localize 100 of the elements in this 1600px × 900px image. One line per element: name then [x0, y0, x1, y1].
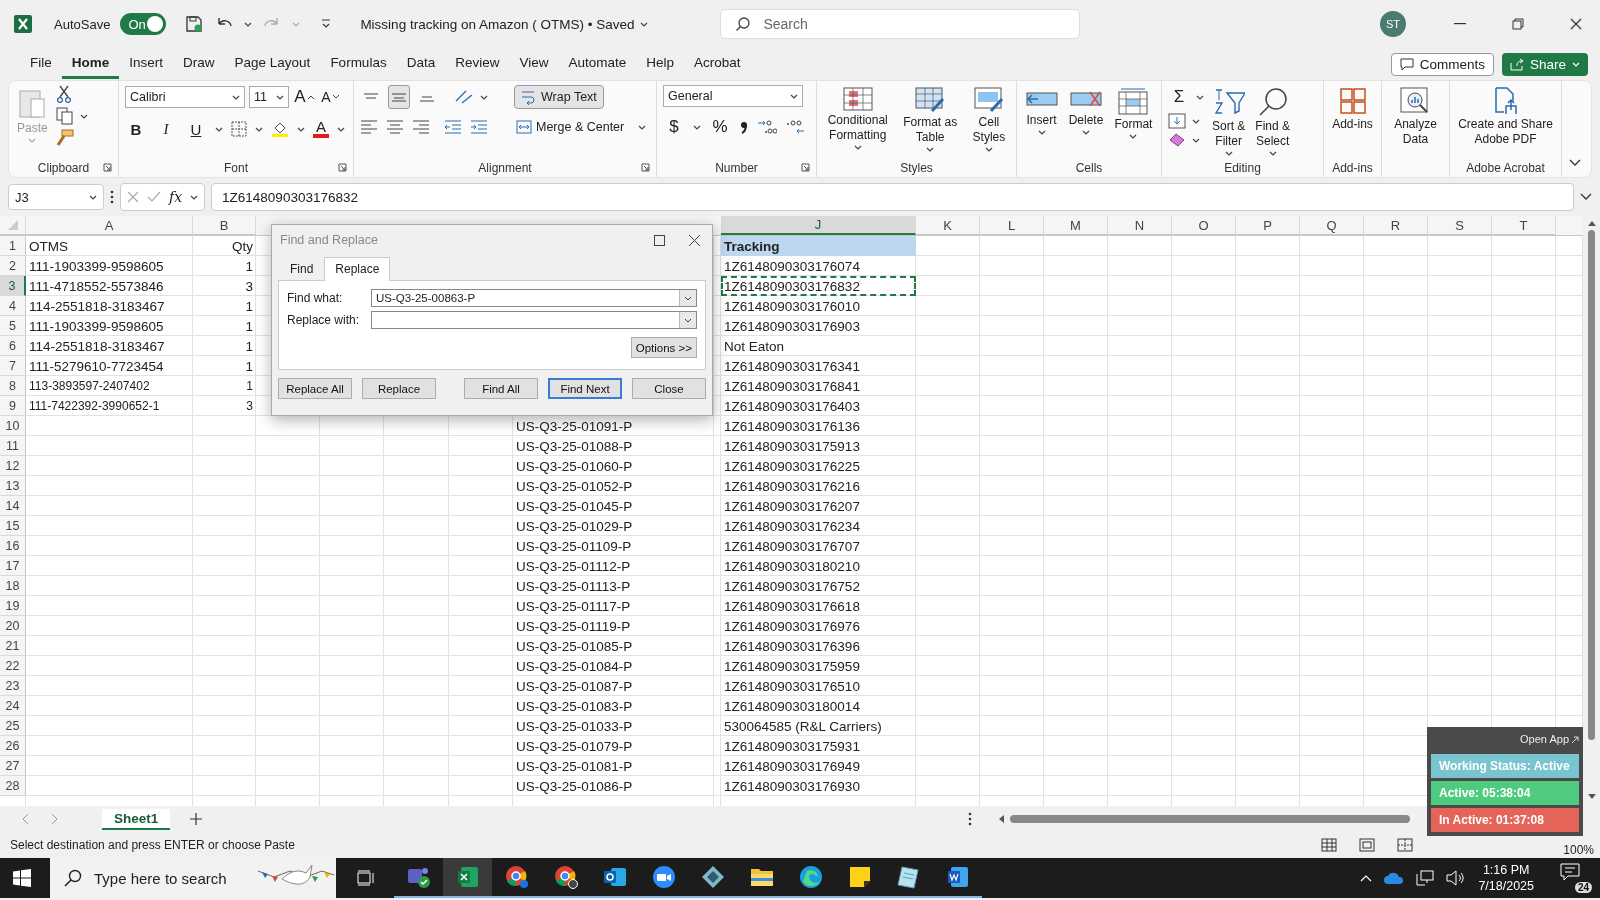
- column-header[interactable]: T: [1492, 216, 1556, 235]
- dialog-button[interactable]: Replace All: [278, 378, 352, 399]
- column-header[interactable]: P: [1236, 216, 1300, 235]
- styles-button[interactable]: Format as Table: [901, 85, 960, 154]
- autosum-button[interactable]: Σ: [1168, 85, 1190, 109]
- row-header[interactable]: 7: [0, 356, 26, 376]
- comments-button[interactable]: Comments: [1390, 52, 1494, 76]
- column-header[interactable]: N: [1108, 216, 1172, 235]
- column-header[interactable]: L: [980, 216, 1044, 235]
- normal-view-icon[interactable]: [1321, 838, 1338, 852]
- percent-button[interactable]: %: [709, 115, 731, 139]
- increase-decimal-icon[interactable]: [757, 118, 777, 136]
- sheet-tab[interactable]: Sheet1: [102, 808, 171, 830]
- volume-icon[interactable]: [1446, 870, 1467, 886]
- row-header[interactable]: 9: [0, 396, 26, 416]
- chevron-up-icon[interactable]: [1360, 874, 1373, 882]
- restore-icon[interactable]: [1512, 18, 1524, 30]
- cells-button[interactable]: Delete: [1066, 85, 1106, 137]
- row-header[interactable]: 11: [0, 436, 26, 456]
- ribbon-tab[interactable]: Acrobat: [684, 49, 751, 79]
- clock-date[interactable]: 7/18/2025: [1478, 878, 1534, 894]
- styles-button[interactable]: Conditional Formatting: [825, 85, 890, 152]
- row-header[interactable]: 16: [0, 536, 26, 556]
- scroll-left-icon[interactable]: [998, 815, 1004, 823]
- row-header[interactable]: 1: [0, 236, 26, 256]
- row-header[interactable]: 17: [0, 556, 26, 576]
- row-header[interactable]: 14: [0, 496, 26, 516]
- dialog-button[interactable]: Replace: [362, 378, 436, 399]
- expand-icon[interactable]: [1580, 193, 1592, 201]
- cloud-icon[interactable]: [1384, 872, 1405, 884]
- row-header[interactable]: 26: [0, 736, 26, 756]
- page-break-icon[interactable]: [1397, 838, 1414, 852]
- dialog-button[interactable]: Close: [632, 378, 706, 399]
- orientation-icon[interactable]: [454, 89, 474, 105]
- task-view-icon[interactable]: [357, 870, 375, 886]
- ribbon-tab[interactable]: Automate: [558, 49, 637, 79]
- app-logo-icon[interactable]: [14, 15, 32, 33]
- decrease-font-button[interactable]: A: [319, 85, 341, 109]
- editing-button[interactable]: Find & Select: [1253, 85, 1293, 158]
- customize-icon[interactable]: [320, 18, 333, 30]
- clock-time[interactable]: 1:16 PM: [1482, 862, 1530, 878]
- row-header[interactable]: 21: [0, 636, 26, 656]
- row-header[interactable]: 20: [0, 616, 26, 636]
- cut-icon[interactable]: [55, 85, 72, 103]
- ribbon-tab[interactable]: Help: [636, 49, 685, 79]
- ribbon-tab[interactable]: Draw: [173, 49, 225, 79]
- create-pdf-button[interactable]: Create and Share Adobe PDF: [1456, 85, 1555, 149]
- autosave-toggle[interactable]: On: [120, 13, 167, 35]
- row-header[interactable]: 25: [0, 716, 26, 736]
- close-icon[interactable]: [1570, 18, 1582, 30]
- ribbon-tab[interactable]: Data: [396, 49, 446, 79]
- page-layout-icon[interactable]: [1359, 838, 1376, 852]
- insert-function-button[interactable]: fx: [169, 189, 183, 205]
- dialog-launcher-icon[interactable]: [801, 163, 810, 172]
- add-sheet-icon[interactable]: [190, 813, 203, 825]
- dialog-launcher-icon[interactable]: [103, 163, 112, 172]
- replace-field[interactable]: [371, 311, 697, 329]
- document-title[interactable]: Missing tracking on Amazon ( OTMS) • Saved: [360, 16, 635, 32]
- maximize-icon[interactable]: [654, 234, 665, 246]
- row-header[interactable]: 3: [0, 276, 26, 296]
- fill-icon[interactable]: [1168, 113, 1186, 129]
- increase-font-button[interactable]: A: [293, 85, 315, 109]
- check-icon[interactable]: [147, 191, 161, 203]
- row-header[interactable]: 13: [0, 476, 26, 496]
- row-header[interactable]: 10: [0, 416, 26, 436]
- merge-center-button[interactable]: Merge & Center: [510, 115, 631, 139]
- row-header[interactable]: 2: [0, 256, 26, 276]
- borders-icon[interactable]: [231, 121, 247, 137]
- more-icon[interactable]: [110, 190, 114, 204]
- row-header[interactable]: 6: [0, 336, 26, 356]
- eraser-icon[interactable]: [1168, 133, 1186, 147]
- row-header[interactable]: 12: [0, 456, 26, 476]
- ribbon-tab[interactable]: File: [20, 49, 62, 79]
- taskbar-search-field[interactable]: Type here to search: [50, 858, 336, 898]
- dialog-launcher-icon[interactable]: [338, 163, 347, 172]
- share-button[interactable]: Share: [1501, 52, 1588, 76]
- number-format-field[interactable]: General: [663, 85, 803, 107]
- row-header[interactable]: 4: [0, 296, 26, 316]
- dialog-launcher-icon[interactable]: [641, 163, 650, 172]
- row-header[interactable]: 24: [0, 696, 26, 716]
- vertical-scrollbar[interactable]: [1588, 230, 1595, 740]
- row-header[interactable]: 28: [0, 776, 26, 796]
- save-icon[interactable]: [184, 14, 205, 34]
- row-header[interactable]: 18: [0, 576, 26, 596]
- comma-icon[interactable]: [739, 119, 749, 135]
- font-size-field[interactable]: 11: [249, 86, 289, 108]
- collapse-ribbon-icon[interactable]: [1569, 159, 1581, 167]
- font-name-field[interactable]: Calibri: [125, 86, 245, 108]
- open-app-link[interactable]: Open App: [1431, 727, 1579, 751]
- analyze-data-button[interactable]: Analyze Data: [1392, 85, 1439, 149]
- column-header[interactable]: Q: [1300, 216, 1364, 235]
- formula-field[interactable]: 1Z6148090303176832: [211, 183, 1574, 211]
- name-box[interactable]: J3: [8, 184, 104, 210]
- more-icon[interactable]: [968, 812, 972, 826]
- fill-color-icon[interactable]: [271, 120, 289, 138]
- italic-button[interactable]: I: [155, 117, 177, 141]
- close-icon[interactable]: [689, 234, 700, 246]
- horizontal-scrollbar[interactable]: [1010, 815, 1410, 823]
- currency-button[interactable]: $: [663, 115, 685, 139]
- dialog-tab[interactable]: Replace: [324, 257, 391, 281]
